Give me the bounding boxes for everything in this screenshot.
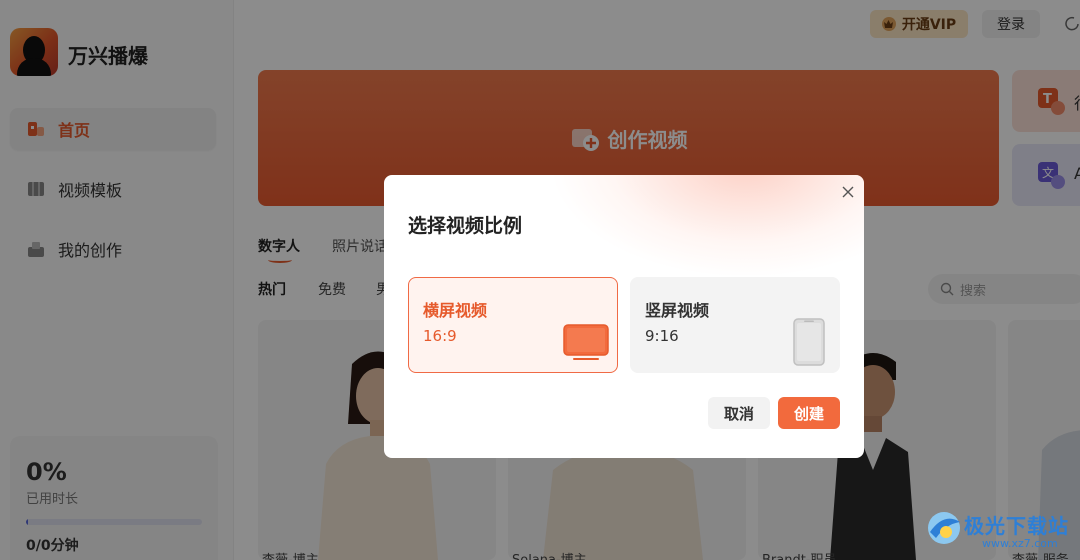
option-portrait[interactable]: 竖屏视频 9:16 <box>630 277 840 373</box>
app-window: 万兴播爆 首页 视频模板 我的创作 0% 已用时长 0/0分钟 开通VIP 登录… <box>0 0 1080 560</box>
portrait-phone-icon <box>793 318 825 366</box>
create-button[interactable]: 创建 <box>778 397 840 429</box>
watermark-url: www.xz7.com <box>982 537 1058 550</box>
watermark-title: 极光下载站 <box>964 514 1069 538</box>
option-ratio: 16:9 <box>423 327 457 345</box>
option-title: 竖屏视频 <box>645 301 710 320</box>
cancel-button[interactable]: 取消 <box>708 397 770 429</box>
watermark-logo-icon <box>928 512 960 544</box>
option-landscape[interactable]: 横屏视频 16:9 <box>408 277 618 373</box>
option-title: 横屏视频 <box>423 301 488 320</box>
landscape-screen-icon <box>563 324 609 360</box>
option-ratio: 9:16 <box>645 327 679 345</box>
dialog-header-decoration <box>554 175 864 275</box>
close-icon[interactable] <box>840 184 856 200</box>
aspect-ratio-dialog: 选择视频比例 横屏视频 16:9 竖屏视频 9:16 取消 创建 <box>384 175 864 458</box>
dialog-title: 选择视频比例 <box>408 215 523 237</box>
site-watermark: 极光下载站 www.xz7.com <box>924 504 1080 560</box>
